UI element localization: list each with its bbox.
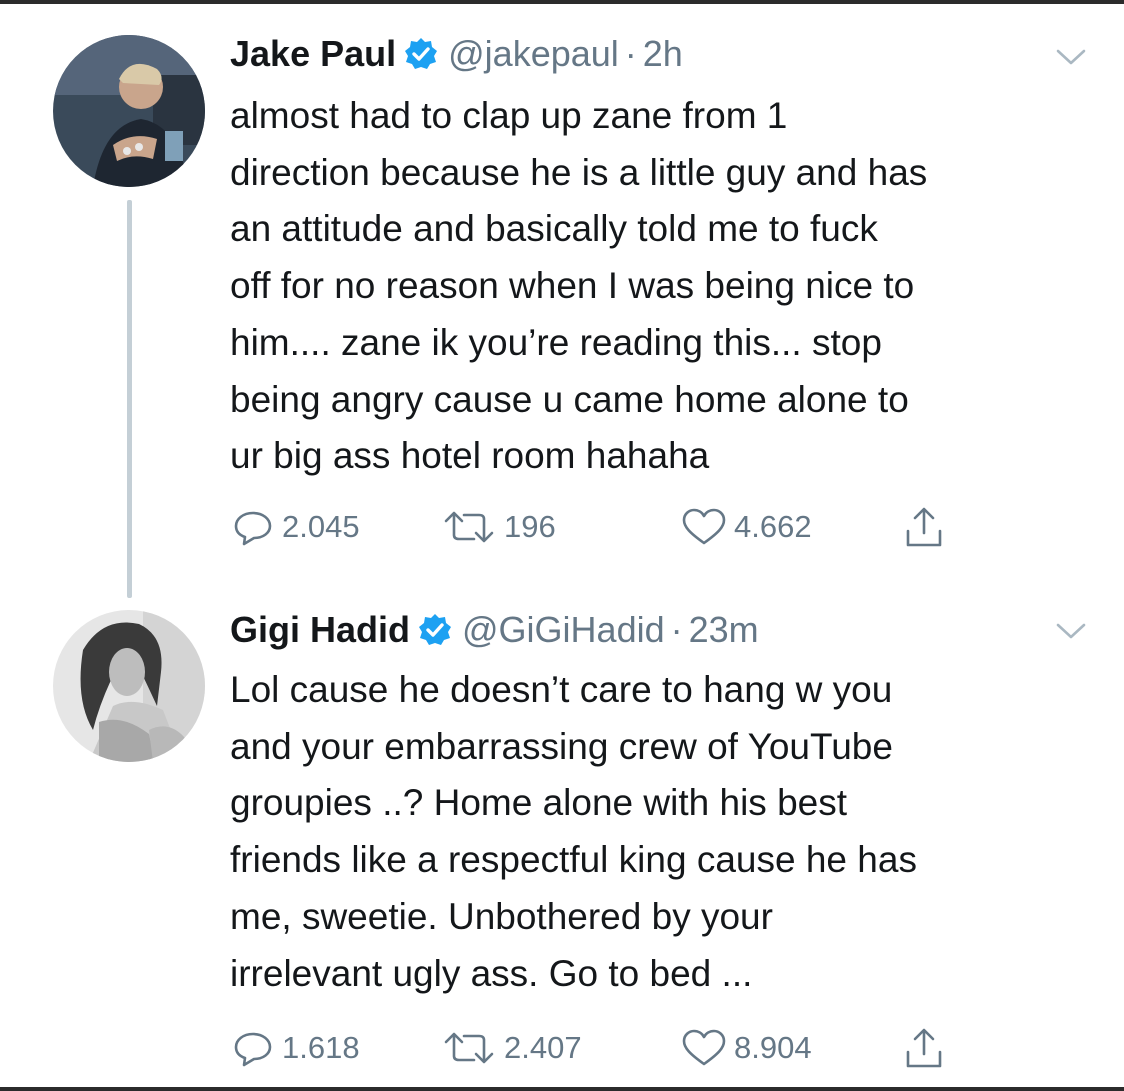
tweet-header: Gigi Hadid @GiGiHadid · 23m bbox=[230, 608, 759, 652]
avatar-image bbox=[53, 35, 205, 187]
timestamp[interactable]: 23m bbox=[689, 609, 759, 651]
tweet-gigi-hadid[interactable]: Gigi Hadid @GiGiHadid · 23m Lol cause he… bbox=[0, 600, 1124, 1087]
reply-bubble-icon bbox=[234, 1032, 272, 1067]
avatar-image bbox=[53, 610, 205, 762]
tweet-header: Jake Paul @jakepaul · 2h bbox=[230, 32, 683, 76]
like-button[interactable]: 4.662 bbox=[680, 507, 812, 547]
like-count: 8.904 bbox=[734, 1030, 812, 1065]
author-handle[interactable]: @jakepaul bbox=[448, 33, 619, 75]
reply-count: 1.618 bbox=[282, 1030, 360, 1065]
tweet-text: Lol cause he doesn’t care to hang w you … bbox=[230, 669, 917, 994]
share-button[interactable] bbox=[902, 507, 952, 547]
reply-bubble-icon bbox=[234, 511, 272, 546]
verified-badge-icon bbox=[418, 613, 452, 647]
thread-connector-line bbox=[127, 200, 132, 598]
retweet-arrows-icon bbox=[444, 1032, 494, 1064]
retweet-button[interactable]: 2.407 bbox=[440, 1028, 582, 1068]
tweet-actions: 1.618 2.407 8.904 bbox=[230, 1028, 1030, 1068]
retweet-count: 2.407 bbox=[504, 1030, 582, 1065]
avatar[interactable] bbox=[53, 610, 205, 762]
share-button[interactable] bbox=[902, 1028, 952, 1068]
separator-dot: · bbox=[670, 609, 683, 650]
timestamp[interactable]: 2h bbox=[643, 33, 683, 75]
separator-dot: · bbox=[624, 33, 637, 74]
bottom-border bbox=[0, 1087, 1124, 1091]
reply-button[interactable]: 1.618 bbox=[230, 1028, 360, 1068]
like-button[interactable]: 8.904 bbox=[680, 1028, 812, 1068]
reply-button[interactable]: 2.045 bbox=[230, 507, 360, 547]
heart-icon bbox=[682, 508, 726, 545]
tweet-text: almost had to clap up zane from 1 direct… bbox=[230, 95, 928, 477]
chevron-down-icon[interactable] bbox=[1054, 46, 1088, 68]
heart-icon bbox=[682, 1029, 726, 1066]
verified-badge-icon bbox=[404, 37, 438, 71]
share-upload-icon bbox=[906, 1028, 942, 1068]
like-count: 4.662 bbox=[734, 509, 812, 544]
author-name[interactable]: Jake Paul bbox=[230, 33, 396, 75]
retweet-count: 196 bbox=[504, 509, 556, 544]
tweet-jake-paul[interactable]: Jake Paul @jakepaul · 2h almost had to c… bbox=[0, 0, 1124, 600]
retweet-arrows-icon bbox=[444, 511, 494, 543]
retweet-button[interactable]: 196 bbox=[440, 507, 556, 547]
share-upload-icon bbox=[906, 507, 942, 547]
reply-count: 2.045 bbox=[282, 509, 360, 544]
author-name[interactable]: Gigi Hadid bbox=[230, 609, 410, 651]
tweet-actions: 2.045 196 4.662 bbox=[230, 507, 1030, 547]
chevron-down-icon[interactable] bbox=[1054, 620, 1088, 642]
author-handle[interactable]: @GiGiHadid bbox=[462, 609, 665, 651]
avatar[interactable] bbox=[53, 35, 205, 187]
